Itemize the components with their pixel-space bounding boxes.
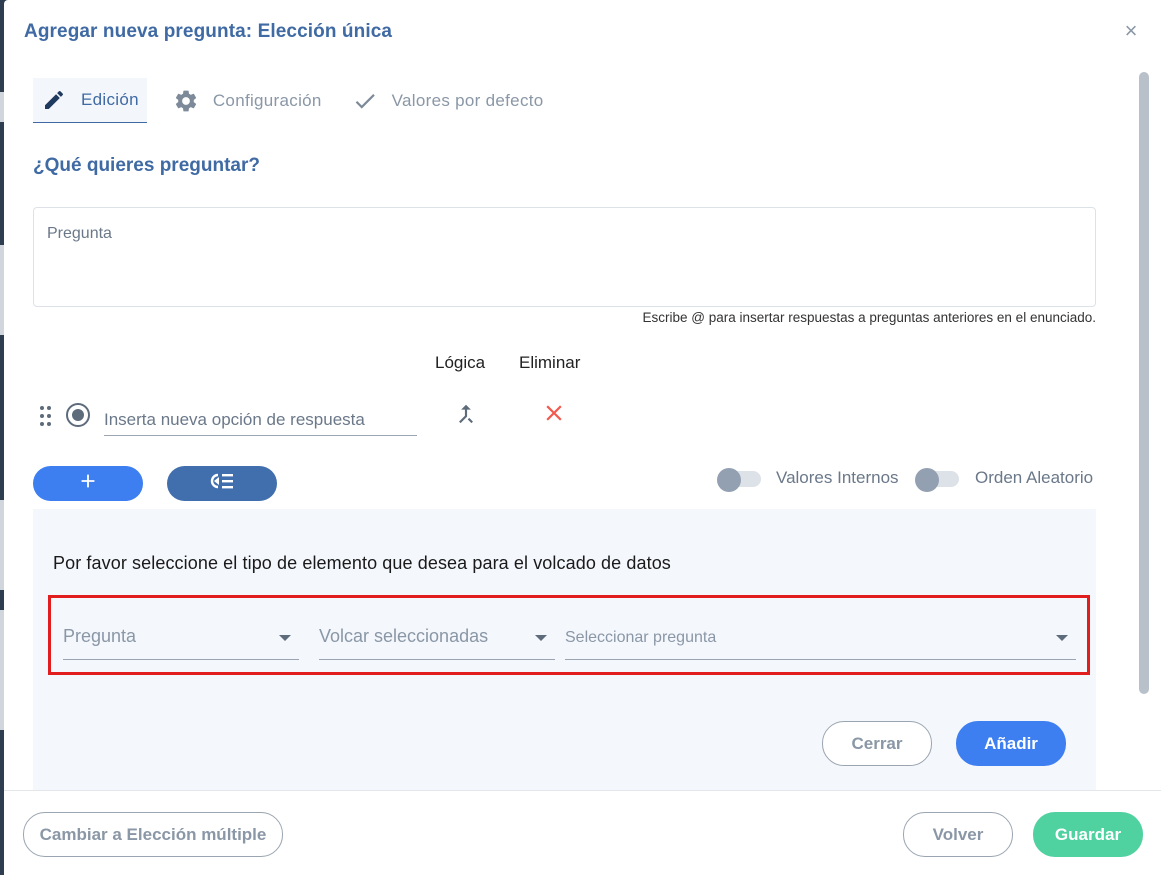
random-order-label: Orden Aleatorio — [975, 468, 1094, 487]
dump-mode-select[interactable]: Volcar seleccionadas — [319, 622, 555, 660]
internal-values-toggle[interactable] — [717, 468, 763, 492]
drag-handle-icon[interactable] — [39, 406, 53, 428]
tab-valores-por-defecto[interactable]: Valores por defecto — [352, 78, 544, 123]
element-type-value: Pregunta — [63, 626, 137, 646]
internal-values-label: Valores Internos — [776, 468, 899, 487]
question-section-title: ¿Qué quieres preguntar? — [33, 155, 260, 176]
tab-label: Edición — [81, 90, 139, 109]
add-option-button[interactable] — [33, 466, 143, 501]
logic-merge-icon[interactable] — [453, 401, 479, 427]
save-button[interactable]: Guardar — [1033, 812, 1143, 857]
tab-configuracion[interactable]: Configuración — [173, 78, 322, 123]
delete-column-header: Eliminar — [519, 353, 581, 372]
chevron-down-icon — [1056, 635, 1068, 641]
dump-mode-value: Volcar seleccionadas — [319, 626, 489, 646]
delete-option-icon[interactable] — [541, 400, 567, 426]
question-hint: Escribe @ para insertar respuestas a pre… — [642, 310, 1096, 325]
tab-label: Valores por defecto — [391, 90, 544, 110]
element-type-select[interactable]: Pregunta — [63, 622, 299, 660]
scrollbar-thumb[interactable] — [1139, 72, 1149, 694]
dialog-footer: Cambiar a Elección múltiple Volver Guard… — [4, 790, 1161, 875]
answer-option-row — [39, 396, 639, 436]
add-question-dialog: Agregar nueva pregunta: Elección única ×… — [4, 0, 1161, 875]
data-dump-prompt: Por favor seleccione el tipo de elemento… — [53, 553, 671, 573]
chevron-down-icon — [535, 635, 547, 641]
switch-to-multiple-choice-button[interactable]: Cambiar a Elección múltiple — [23, 812, 283, 857]
logic-column-header: Lógica — [435, 353, 486, 372]
question-placeholder: Pregunta — [47, 225, 112, 242]
gear-icon — [173, 88, 199, 114]
tab-label: Configuración — [212, 90, 322, 110]
radio-icon — [66, 403, 90, 427]
question-select-value: Seleccionar pregunta — [565, 629, 717, 646]
question-textarea[interactable]: Pregunta — [33, 207, 1096, 307]
chevron-down-icon — [279, 635, 291, 641]
list-insert-icon — [208, 470, 236, 497]
close-panel-button[interactable]: Cerrar — [822, 721, 932, 766]
tab-bar: Edición Configuración Valores por defect… — [33, 78, 544, 124]
pencil-icon — [41, 87, 67, 113]
question-select[interactable]: Seleccionar pregunta — [565, 622, 1076, 660]
plus-icon — [77, 470, 99, 497]
data-dump-panel: Por favor seleccione el tipo de elemento… — [33, 509, 1096, 790]
bulk-insert-button[interactable] — [167, 466, 277, 501]
check-icon — [352, 88, 378, 114]
dialog-title: Agregar nueva pregunta: Elección única — [24, 21, 393, 42]
tab-edicion[interactable]: Edición — [33, 78, 147, 123]
add-dump-button[interactable]: Añadir — [956, 721, 1066, 766]
new-option-input[interactable] — [104, 396, 417, 436]
back-button[interactable]: Volver — [903, 812, 1013, 857]
close-icon[interactable]: × — [1121, 20, 1141, 42]
random-order-toggle[interactable] — [915, 468, 961, 492]
